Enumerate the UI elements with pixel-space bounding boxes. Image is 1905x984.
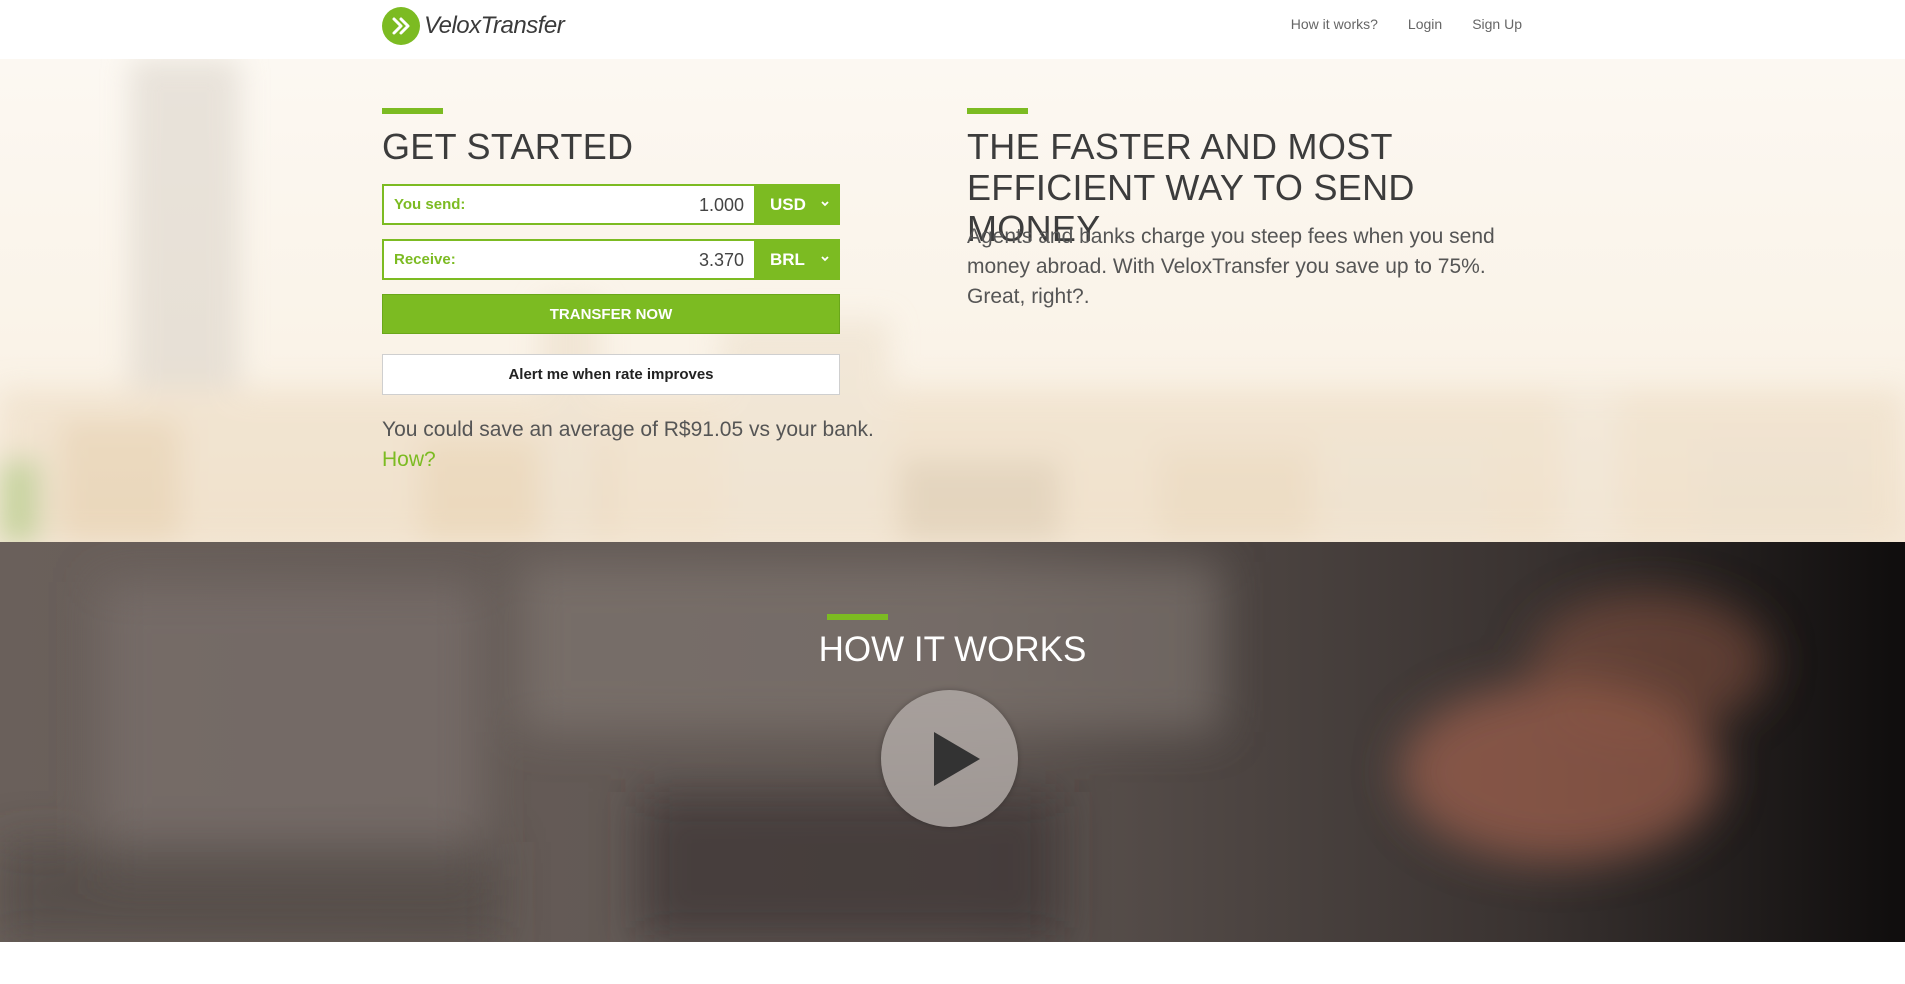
send-amount-input[interactable] (504, 193, 744, 217)
rate-alert-button[interactable]: Alert me when rate improves (382, 354, 840, 395)
how-it-works-title: HOW IT WORKS (818, 630, 1087, 669)
chevron-down-icon (820, 198, 830, 212)
nav-login-link[interactable]: Login (1408, 16, 1442, 32)
transfer-now-button[interactable]: TRANSFER NOW (382, 294, 840, 334)
tagline-accent-bar (967, 108, 1028, 114)
site-header: VeloxTransfer How it works? Login Sign U… (0, 0, 1905, 59)
receive-amount-label: Receive: (394, 251, 456, 268)
how-it-works-accent-bar (827, 614, 888, 620)
play-icon (934, 732, 980, 786)
double-chevron-right-icon (382, 7, 420, 45)
how-savings-link[interactable]: How? (382, 445, 436, 475)
brand-logo[interactable]: VeloxTransfer (382, 7, 565, 45)
receive-currency-select[interactable]: BRL (754, 241, 838, 278)
nav-how-it-works-link[interactable]: How it works? (1291, 16, 1378, 32)
receive-currency-value: BRL (770, 249, 805, 269)
get-started-title: GET STARTED (382, 126, 634, 167)
send-amount-field: You send: USD (382, 184, 840, 225)
chevron-down-icon (820, 253, 830, 267)
main-nav: How it works? Login Sign Up (1291, 16, 1522, 32)
send-currency-value: USD (770, 194, 806, 214)
send-amount-label: You send: (394, 196, 466, 213)
tagline-description: Agents and banks charge you steep fees w… (967, 225, 1495, 308)
hero-section (0, 59, 1905, 542)
brand-name: VeloxTransfer (424, 12, 565, 39)
nav-sign-up-link[interactable]: Sign Up (1472, 16, 1522, 32)
play-video-button[interactable] (881, 690, 1018, 827)
get-started-accent-bar (382, 108, 443, 114)
send-currency-select[interactable]: USD (754, 186, 838, 223)
how-it-works-section: HOW IT WORKS (0, 542, 1905, 942)
city-skyline-background (0, 59, 1905, 542)
receive-amount-input[interactable] (504, 248, 744, 272)
receive-amount-field: Receive: BRL (382, 239, 840, 280)
savings-text: You could save an average of R$91.05 vs … (382, 418, 874, 441)
